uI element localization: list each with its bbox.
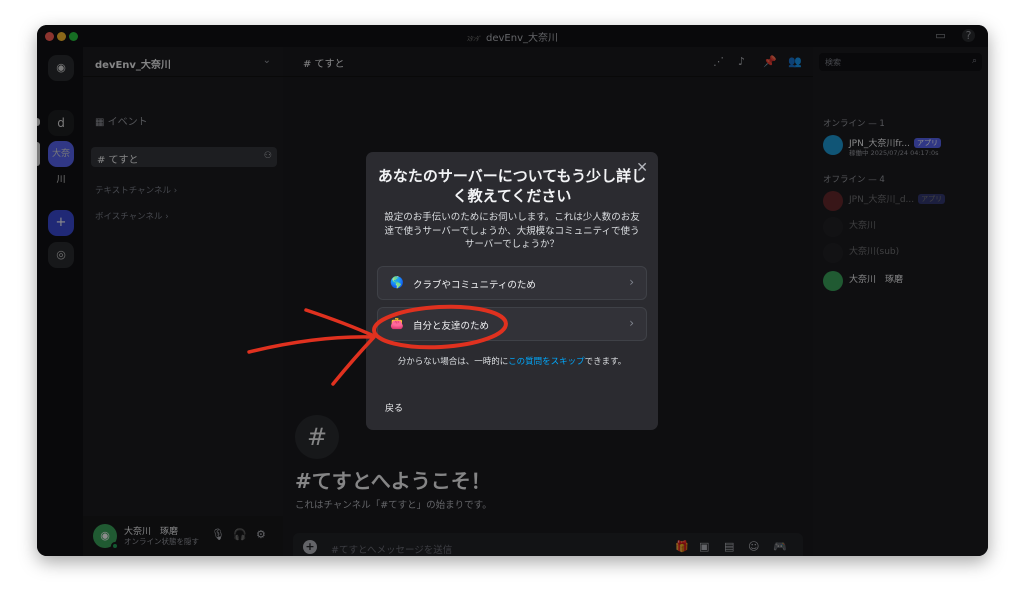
globe-icon: 🌎 — [390, 276, 404, 289]
option-me-and-friends-button[interactable]: 👛 自分と友達のため › — [377, 307, 647, 341]
option-club-community-button[interactable]: 🌎 クラブやコミュニティのため › — [377, 266, 647, 300]
skip-text: 分からない場合は、一時的にこの質問をスキップできます。 — [366, 355, 658, 367]
skip-suffix: できます。 — [584, 357, 627, 367]
dialog-title: あなたのサーバーについてもう少し詳しく教えてください — [377, 167, 647, 205]
server-purpose-dialog: ✕ あなたのサーバーについてもう少し詳しく教えてください 設定のお手伝いのために… — [366, 152, 658, 430]
chevron-right-icon: › — [629, 316, 634, 330]
discord-window: ｽﾀﾝﾀﾞ devEnv_大奈川 ▭ ? ◉ d 大奈川 + ◎ devEnv_大… — [37, 25, 988, 556]
skip-prefix: 分からない場合は、一時的に — [397, 357, 509, 367]
option-label: 自分と友達のため — [413, 321, 490, 332]
chevron-right-icon: › — [629, 275, 634, 289]
back-button[interactable]: 戻る — [385, 401, 403, 414]
dialog-description: 設定のお手伝いのためにお伺いします。これは少人数のお友達で使うサーバーでしょうか… — [384, 212, 640, 250]
option-label: クラブやコミュニティのため — [413, 280, 536, 291]
friends-icon: 👛 — [390, 317, 404, 330]
skip-question-link[interactable]: この質問をスキップ — [508, 357, 585, 367]
